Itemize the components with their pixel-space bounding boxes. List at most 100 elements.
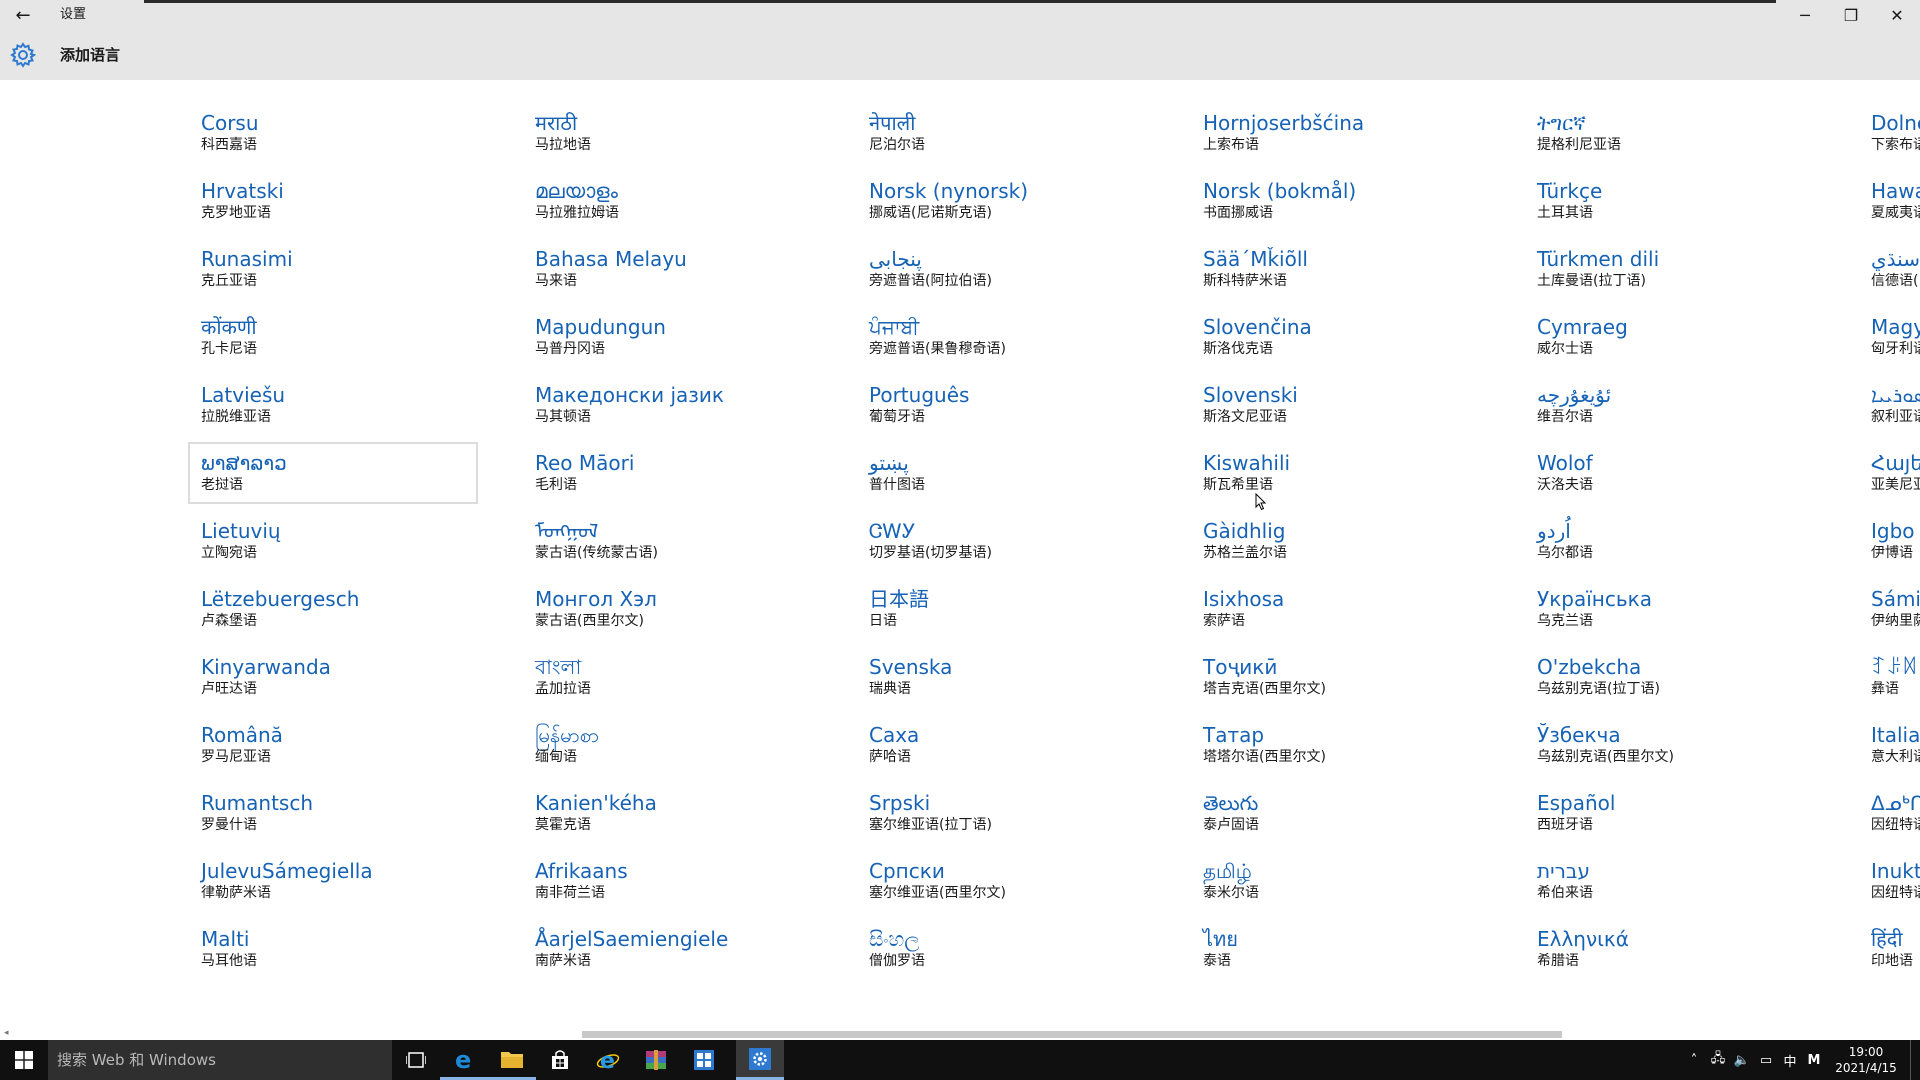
language-item[interactable]: עברית 希伯来语 (1524, 850, 1814, 912)
language-item[interactable]: ᏣᎳᎩ 切罗基语(切罗基语) (856, 510, 1146, 572)
language-item[interactable]: Тоҷикӣ 塔吉克语(西里尔文) (1190, 646, 1480, 708)
minimize-button[interactable]: ─ (1782, 0, 1828, 30)
language-item[interactable]: Runasimi 克丘亚语 (188, 238, 478, 300)
language-item[interactable]: Dolnc 下索布语 (1858, 102, 1920, 164)
restore-button[interactable]: ❐ (1828, 0, 1874, 30)
chevron-up-icon[interactable]: ˄ (1682, 1053, 1706, 1068)
edge-button[interactable]: e (440, 1040, 488, 1080)
language-item[interactable]: Español 西班牙语 (1524, 782, 1814, 844)
language-item[interactable]: پښتو 普什图语 (856, 442, 1146, 504)
language-item[interactable]: Reo Māori 毛利语 (522, 442, 812, 504)
language-item[interactable]: Türkçe 土耳其语 (1524, 170, 1814, 232)
language-item[interactable]: தமிழ் 泰米尔语 (1190, 850, 1480, 912)
message-icon[interactable]: ▭ (1754, 1053, 1778, 1068)
task-view-button[interactable] (392, 1040, 440, 1080)
language-item[interactable]: Magy 匈牙利语 (1858, 306, 1920, 368)
language-item[interactable]: ᐃᓄᒃᑎ 因纽特语 (1858, 782, 1920, 844)
language-item[interactable]: తెలుగు 泰卢固语 (1190, 782, 1480, 844)
language-item[interactable]: कोंकणी 孔卡尼语 (188, 306, 478, 368)
language-item[interactable]: Inukti 因纽特语 (1858, 850, 1920, 912)
language-item[interactable]: ꆈꌠꉙ 彝语 (1858, 646, 1920, 708)
language-item[interactable]: मराठी 马拉地语 (522, 102, 812, 164)
search-box[interactable]: 搜索 Web 和 Windows (48, 1040, 392, 1080)
language-item[interactable]: Lietuvių 立陶宛语 (188, 510, 478, 572)
language-item[interactable]: Norsk (bokmål) 书面挪威语 (1190, 170, 1480, 232)
language-item[interactable]: Саха 萨哈语 (856, 714, 1146, 776)
language-item[interactable]: Malti 马耳他语 (188, 918, 478, 980)
language-item[interactable]: اُردو 乌尔都语 (1524, 510, 1814, 572)
language-item[interactable]: Kinyarwanda 卢旺达语 (188, 646, 478, 708)
language-item[interactable]: ਪੰਜਾਬੀ 旁遮普语(果鲁穆奇语) (856, 306, 1146, 368)
language-item[interactable]: ÅarjelSaemiengiele 南萨米语 (522, 918, 812, 980)
network-icon[interactable]: 🖧 (1706, 1049, 1730, 1071)
ime-mode-indicator[interactable]: M (1802, 1053, 1826, 1068)
photos-button[interactable] (680, 1040, 728, 1080)
language-item[interactable]: Italian 意大利语 (1858, 714, 1920, 776)
language-item[interactable]: Igbo 伊博语 (1858, 510, 1920, 572)
winrar-button[interactable] (632, 1040, 680, 1080)
language-item[interactable]: हिंदी 印地语 (1858, 918, 1920, 980)
language-item[interactable]: Sää´Mǩiõll 斯科特萨米语 (1190, 238, 1480, 300)
language-item[interactable]: Sámik 伊纳里萨 (1858, 578, 1920, 640)
language-item[interactable]: বাংলা 孟加拉语 (522, 646, 812, 708)
language-item[interactable]: Kanien'kéha 莫霍克语 (522, 782, 812, 844)
back-button[interactable]: ← (0, 0, 46, 30)
language-item[interactable]: Corsu 科西嘉语 (188, 102, 478, 164)
language-item[interactable]: Lëtzebuergesch 卢森堡语 (188, 578, 478, 640)
language-item[interactable]: Монгол Хэл 蒙古语(西里尔文) (522, 578, 812, 640)
language-item[interactable]: ܣܘܪܝܝܐ 叙利亚语 (1858, 374, 1920, 436)
ime-indicator[interactable]: 中 (1778, 1051, 1802, 1070)
language-item[interactable]: Հայերե 亚美尼亚语 (1858, 442, 1920, 504)
language-item[interactable]: Hawa 夏威夷语 (1858, 170, 1920, 232)
language-item[interactable]: Srpski 塞尔维亚语(拉丁语) (856, 782, 1146, 844)
language-item[interactable]: Isixhosa 索萨语 (1190, 578, 1480, 640)
language-item[interactable]: Português 葡萄牙语 (856, 374, 1146, 436)
language-item[interactable]: Slovenski 斯洛文尼亚语 (1190, 374, 1480, 436)
language-item[interactable]: Mapudungun 马普丹冈语 (522, 306, 812, 368)
language-item[interactable]: Hornjoserbšćina 上索布语 (1190, 102, 1480, 164)
language-item[interactable]: Română 罗马尼亚语 (188, 714, 478, 776)
language-item[interactable]: ትግርኛ 提格利尼亚语 (1524, 102, 1814, 164)
scroll-left-icon[interactable]: ◂ (4, 1028, 9, 1038)
settings-taskbar-button[interactable] (736, 1040, 784, 1080)
language-item[interactable]: Kiswahili 斯瓦希里语 (1190, 442, 1480, 504)
language-item[interactable]: سنڌي 信德语( (1858, 238, 1920, 300)
language-item[interactable]: ئۇيغۇرچە 维吾尔语 (1524, 374, 1814, 436)
start-button[interactable] (0, 1040, 48, 1080)
language-item[interactable]: සිංහල 僧伽罗语 (856, 918, 1146, 980)
language-item[interactable]: മലയാളം 马拉雅拉姆语 (522, 170, 812, 232)
language-item[interactable]: ພາສາລາວ 老挝语 (188, 442, 478, 504)
language-item[interactable]: Svenska 瑞典语 (856, 646, 1146, 708)
language-item[interactable]: မြန်မာစာ 缅甸语 (522, 714, 812, 776)
language-item[interactable]: JulevuSámegiella 律勒萨米语 (188, 850, 478, 912)
scrollbar-thumb[interactable] (582, 1031, 1562, 1038)
language-item[interactable]: Slovenčina 斯洛伐克语 (1190, 306, 1480, 368)
language-item[interactable]: O'zbekcha 乌兹别克语(拉丁语) (1524, 646, 1814, 708)
language-item[interactable]: Latviešu 拉脱维亚语 (188, 374, 478, 436)
language-item[interactable]: Українська 乌克兰语 (1524, 578, 1814, 640)
file-explorer-button[interactable] (488, 1040, 536, 1080)
language-item[interactable]: ไทย 泰语 (1190, 918, 1480, 980)
language-item[interactable]: ᠮᠣᠩᠭᠣᠯ 蒙古语(传统蒙古语) (522, 510, 812, 572)
internet-explorer-button[interactable]: e (584, 1040, 632, 1080)
clock[interactable]: 19:00 2021/4/15 (1826, 1044, 1906, 1076)
language-item[interactable]: Wolof 沃洛夫语 (1524, 442, 1814, 504)
language-item[interactable]: Cymraeg 威尔士语 (1524, 306, 1814, 368)
store-button[interactable] (536, 1040, 584, 1080)
show-desktop-button[interactable] (1910, 1040, 1920, 1080)
language-item[interactable]: Македонски јазик 马其顿语 (522, 374, 812, 436)
language-item[interactable]: Hrvatski 克罗地亚语 (188, 170, 478, 232)
horizontal-scrollbar[interactable]: ◂ (0, 1028, 1920, 1040)
language-item[interactable]: Bahasa Melayu 马来语 (522, 238, 812, 300)
language-item[interactable]: پنجابی 旁遮普语(阿拉伯语) (856, 238, 1146, 300)
language-item[interactable]: Türkmen dili 土库曼语(拉丁语) (1524, 238, 1814, 300)
language-item[interactable]: Српски 塞尔维亚语(西里尔文) (856, 850, 1146, 912)
language-item[interactable]: Ελληνικά 希腊语 (1524, 918, 1814, 980)
volume-icon[interactable]: 🔈 (1730, 1053, 1754, 1068)
language-item[interactable]: Rumantsch 罗曼什语 (188, 782, 478, 844)
language-item[interactable]: Afrikaans 南非荷兰语 (522, 850, 812, 912)
language-item[interactable]: Ўзбекча 乌兹别克语(西里尔文) (1524, 714, 1814, 776)
language-item[interactable]: 日本語 日语 (856, 578, 1146, 640)
language-item[interactable]: Gàidhlig 苏格兰盖尔语 (1190, 510, 1480, 572)
close-button[interactable]: ✕ (1874, 0, 1920, 30)
